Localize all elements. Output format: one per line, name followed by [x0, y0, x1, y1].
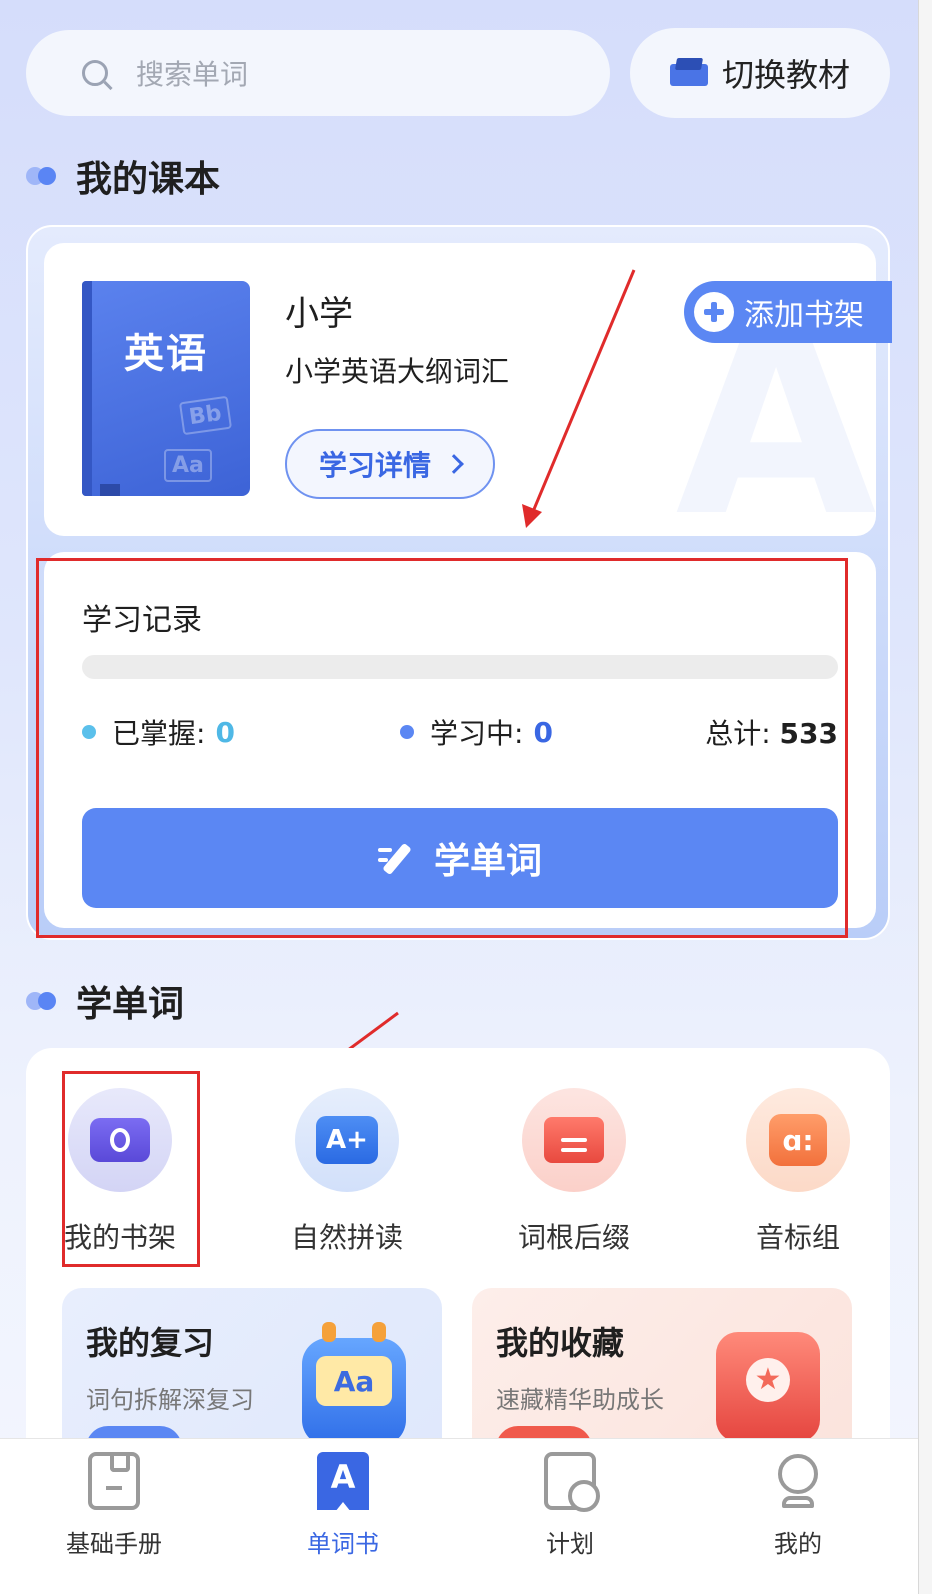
tab-handbook[interactable]: 基础手册 [34, 1452, 194, 1559]
tool-phonics[interactable]: A+ 自然拼读 [267, 1088, 427, 1256]
bookmark-ribbon-icon [100, 484, 120, 496]
chevron-right-icon [444, 454, 464, 474]
section-title-textbook: 我的课本 [26, 150, 220, 202]
window-edge [918, 0, 932, 1594]
book-cover-title: 英语 [124, 331, 208, 377]
search-icon [82, 60, 108, 86]
profile-icon [772, 1452, 824, 1510]
tab-plan[interactable]: 计划 [490, 1452, 650, 1559]
plus-icon [694, 292, 734, 332]
app-screen: 搜索单词 切换教材 我的课本 A 英语 Bb Aa 小学 小学英语大纲词汇 学习… [0, 0, 918, 1594]
tab-profile[interactable]: 我的 [718, 1452, 878, 1559]
book-cover[interactable]: 英语 Bb Aa [82, 281, 250, 496]
favorites-mascot-icon: ★ [716, 1332, 820, 1442]
section-title-learn: 学单词 [26, 975, 184, 1027]
cover-letters-aa: Aa [164, 449, 212, 482]
cover-letters-bb: Bb [179, 395, 233, 436]
add-to-shelf-button[interactable]: 添加书架 [684, 281, 892, 343]
book-level: 小学 [285, 294, 353, 334]
book-name: 小学英语大纲词汇 [285, 355, 510, 388]
switch-textbook-label: 切换教材 [721, 56, 850, 94]
textbook-icon [669, 58, 708, 88]
wordbook-icon: A [317, 1452, 369, 1510]
study-details-button[interactable]: 学习详情 [285, 429, 495, 499]
handbook-icon [88, 1452, 140, 1510]
section-dots-icon [26, 166, 58, 186]
section-dots-icon [26, 991, 58, 1011]
annotation-box-record [36, 558, 848, 938]
tool-phonetic-groups[interactable]: ɑ: 音标组 [718, 1088, 878, 1256]
tool-word-roots[interactable]: 词根后缀 [494, 1088, 654, 1256]
search-placeholder: 搜索单词 [136, 58, 249, 91]
tab-wordbook[interactable]: A 单词书 [263, 1452, 423, 1559]
review-mascot-icon: Aa [302, 1322, 406, 1446]
switch-textbook-button[interactable]: 切换教材 [630, 28, 890, 118]
plan-icon [544, 1452, 600, 1512]
annotation-box-bookshelf [62, 1071, 200, 1267]
phonics-icon: A+ [316, 1116, 378, 1164]
phonetic-icon: ɑ: [769, 1114, 827, 1166]
my-favorites-card[interactable]: 我的收藏 速藏精华助成长 进入 ★ [472, 1288, 852, 1458]
word-root-icon [544, 1117, 604, 1163]
my-review-card[interactable]: 我的复习 词句拆解深复习 进入 Aa [62, 1288, 442, 1458]
search-bar[interactable]: 搜索单词 [26, 30, 610, 116]
